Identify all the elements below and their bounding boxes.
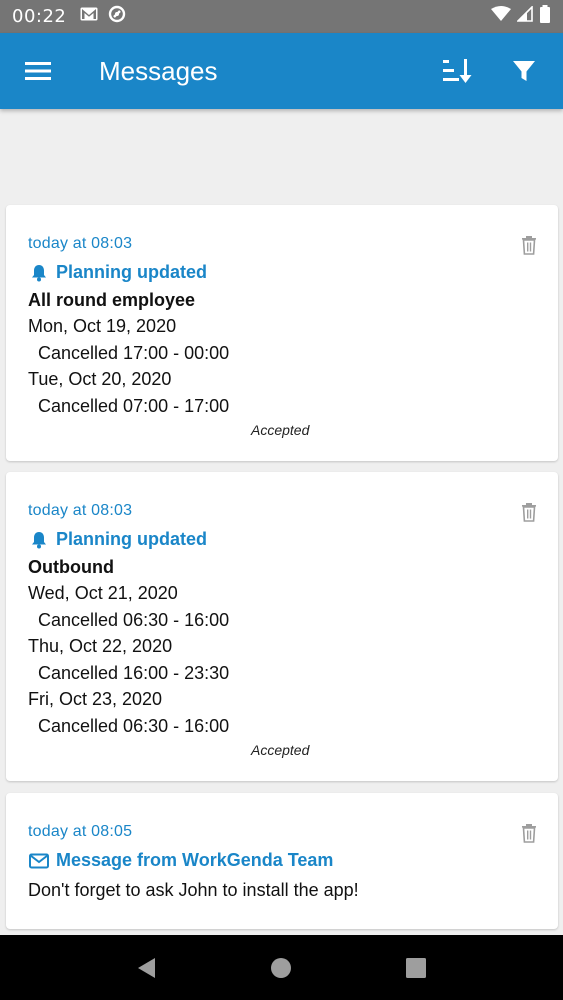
message-heading-text: Planning updated — [56, 529, 207, 549]
message-timestamp: today at 08:03 — [28, 502, 133, 519]
menu-button[interactable] — [0, 33, 76, 109]
entry-detail: Cancelled 06:30 - 16:00 — [38, 716, 230, 736]
home-icon — [271, 957, 292, 978]
entry-detail: Cancelled 06:30 - 16:00 — [38, 610, 230, 630]
message-subject: All round employee — [28, 290, 196, 310]
message-card[interactable]: today at 08:05 Message from WorkGenda Te… — [6, 793, 558, 929]
sort-button[interactable] — [425, 33, 491, 109]
message-heading-text: Planning updated — [56, 262, 207, 282]
bell-icon — [28, 530, 50, 550]
trash-icon[interactable] — [520, 235, 538, 255]
message-heading: Message from WorkGenda Team — [28, 850, 333, 871]
battery-icon — [539, 5, 551, 28]
hamburger-icon — [25, 62, 51, 80]
trash-icon[interactable] — [520, 823, 538, 843]
message-timestamp: today at 08:05 — [28, 823, 133, 840]
navigation-bar — [0, 935, 563, 1000]
message-card[interactable]: today at 08:03 Planning updated Outbound… — [6, 472, 558, 781]
message-card[interactable]: today at 08:03 Planning updated All roun… — [6, 205, 558, 461]
status-bar: 00:22 — [0, 0, 563, 33]
message-status: Accepted — [251, 742, 310, 758]
entry-detail: Cancelled 17:00 - 00:00 — [38, 343, 230, 363]
entry-detail: Cancelled 16:00 - 23:30 — [38, 663, 230, 683]
message-heading-text: Message from WorkGenda Team — [56, 850, 334, 870]
back-icon — [138, 957, 156, 978]
message-heading: Planning updated — [28, 262, 207, 283]
message-status: Accepted — [251, 422, 310, 438]
envelope-icon — [28, 851, 50, 871]
entry-detail: Cancelled 07:00 - 17:00 — [38, 396, 230, 416]
entry-date: Fri, Oct 23, 2020 — [28, 689, 163, 709]
gmail-icon — [80, 7, 98, 26]
recents-icon — [405, 957, 426, 978]
signal-icon — [516, 5, 533, 27]
message-subject: Outbound — [28, 557, 114, 577]
page-title: Messages — [99, 55, 218, 86]
filter-button[interactable] — [491, 33, 557, 109]
entry-date: Mon, Oct 19, 2020 — [28, 316, 177, 336]
wifi-icon — [491, 6, 511, 27]
bell-icon — [28, 263, 50, 283]
trash-icon[interactable] — [520, 502, 538, 522]
message-list[interactable]: today at 08:03 Planning updated All roun… — [0, 109, 563, 935]
message-heading: Planning updated — [28, 529, 207, 550]
status-time: 00:22 — [12, 6, 67, 27]
sync-icon — [108, 5, 126, 28]
entry-date: Thu, Oct 22, 2020 — [28, 636, 173, 656]
filter-icon — [513, 61, 535, 81]
message-body: Don't forget to ask John to install the … — [28, 880, 359, 900]
sort-icon — [443, 59, 472, 83]
app-bar: Messages — [0, 33, 563, 109]
entry-date: Tue, Oct 20, 2020 — [28, 369, 172, 389]
recents-button[interactable] — [386, 938, 446, 998]
entry-date: Wed, Oct 21, 2020 — [28, 583, 178, 603]
message-timestamp: today at 08:03 — [28, 235, 133, 252]
home-button[interactable] — [251, 938, 311, 998]
back-button[interactable] — [117, 938, 177, 998]
